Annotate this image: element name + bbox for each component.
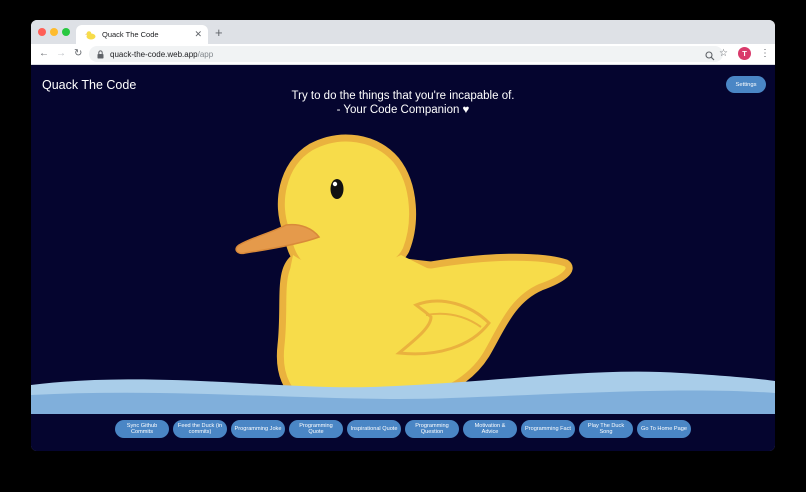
new-tab-icon[interactable]: + xyxy=(215,26,223,39)
motivation-advice-button[interactable]: Motivation & Advice xyxy=(463,420,517,438)
browser-window: Quack The Code ✕ + ← → ↻ quack-the-code.… xyxy=(31,20,775,451)
close-window-button[interactable] xyxy=(38,28,46,36)
quote-author: - Your Code Companion ♥ xyxy=(336,104,470,116)
programming-fact-button[interactable]: Programming Fact xyxy=(521,420,575,438)
address-bar[interactable]: quack-the-code.web.app/app xyxy=(89,46,723,62)
duck-illustration[interactable] xyxy=(31,65,775,451)
inspirational-quote-button[interactable]: Inspirational Quote xyxy=(347,420,401,438)
lock-icon xyxy=(97,49,105,59)
browser-tab[interactable]: Quack The Code ✕ xyxy=(76,25,208,44)
browser-toolbar: ← → ↻ quack-the-code.web.app/app ☆ T ⋮ xyxy=(31,44,775,65)
action-buttons: Sync Github Commits Feed the Duck (in co… xyxy=(31,420,775,438)
zoom-icon[interactable] xyxy=(705,48,715,66)
close-tab-icon[interactable]: ✕ xyxy=(194,29,202,40)
forward-icon[interactable]: → xyxy=(56,47,66,61)
back-icon[interactable]: ← xyxy=(39,47,49,61)
duck-icon xyxy=(84,29,96,41)
maximize-window-button[interactable] xyxy=(62,28,70,36)
url-path: /app xyxy=(197,49,214,59)
quote-text: Try to do the things that you're incapab… xyxy=(291,90,515,102)
more-menu-icon[interactable]: ⋮ xyxy=(760,47,770,61)
programming-quote-button[interactable]: Programming Quote xyxy=(289,420,343,438)
profile-avatar[interactable]: T xyxy=(738,47,751,60)
feed-the-duck-button[interactable]: Feed the Duck (in commits) xyxy=(173,420,227,438)
page-viewport: Quack The Code Settings Try to do the th… xyxy=(31,65,775,451)
reload-icon[interactable]: ↻ xyxy=(74,47,82,61)
bookmark-star-icon[interactable]: ☆ xyxy=(719,47,728,61)
minimize-window-button[interactable] xyxy=(50,28,58,36)
sync-github-commits-button[interactable]: Sync Github Commits xyxy=(115,420,169,438)
programming-joke-button[interactable]: Programming Joke xyxy=(231,420,285,438)
tab-title: Quack The Code xyxy=(102,30,159,39)
url-text: quack-the-code.web.app/app xyxy=(110,50,213,59)
tab-bar: Quack The Code ✕ + xyxy=(31,20,775,44)
url-host: quack-the-code.web.app xyxy=(110,49,198,59)
play-duck-song-button[interactable]: Play The Duck Song xyxy=(579,420,633,438)
programming-question-button[interactable]: Programming Question xyxy=(405,420,459,438)
go-to-home-page-button[interactable]: Go To Home Page xyxy=(637,420,691,438)
quote: Try to do the things that you're incapab… xyxy=(31,89,775,117)
